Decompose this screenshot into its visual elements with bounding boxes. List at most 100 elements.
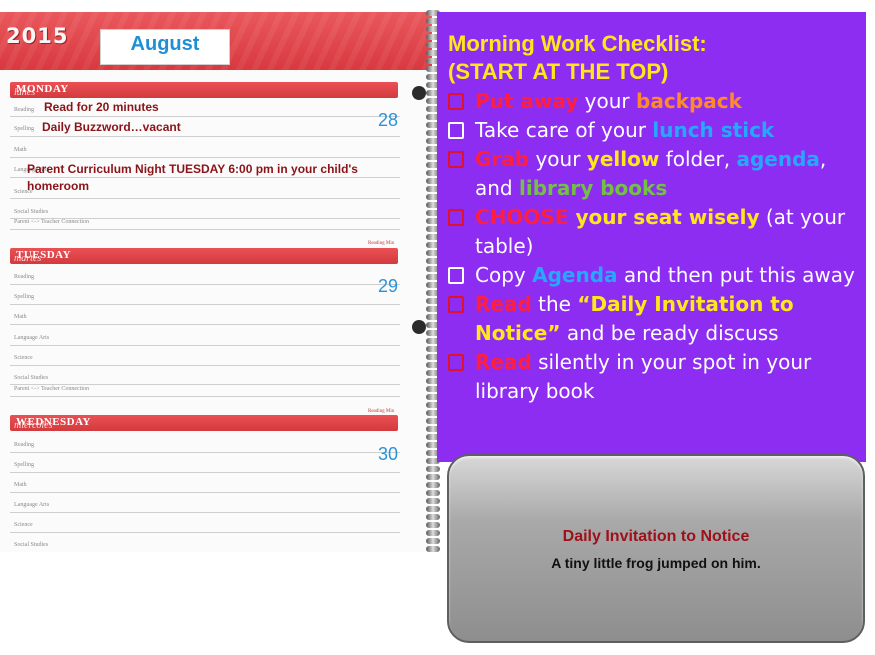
checkbox-icon (448, 209, 464, 226)
row-label: Parent <-> Teacher Connection (14, 386, 90, 392)
planner-line (10, 492, 400, 493)
day-bar-monday: MONDAY lunes (10, 82, 398, 98)
row-label: Reading (14, 107, 34, 113)
spiral-coil (426, 522, 440, 528)
row-label: Spelling (14, 126, 35, 132)
planner-line (10, 472, 400, 473)
planner-line (10, 396, 400, 397)
item-text: your (529, 147, 587, 171)
row-label: Parent <-> Teacher Connection (14, 219, 90, 225)
spiral-coil (426, 498, 440, 504)
checklist-item-read-silently: Read silently in your spot in your libra… (448, 348, 858, 406)
row-label: Math (14, 482, 27, 488)
checkbox-icon (448, 151, 464, 168)
checklist-panel: Morning Work Checklist: (START AT THE TO… (437, 12, 866, 462)
day-number-30: 30 (378, 444, 399, 464)
row-label: Language Arts (14, 502, 50, 508)
day-bar-tuesday: TUESDAY martes (10, 248, 398, 264)
planner-line (10, 304, 400, 305)
planner-page: 2015 August MONDAY lunes Reading Spelling… (0, 12, 432, 552)
checkbox-icon (448, 354, 464, 371)
row-label: Reading (14, 274, 34, 280)
item-text: your (578, 89, 636, 113)
spiral-coil (426, 490, 440, 496)
item-text: the (531, 292, 578, 316)
planner-header: 2015 August (0, 12, 432, 70)
spiral-coil (426, 466, 440, 472)
planner-line (10, 198, 400, 199)
row-label: Math (14, 314, 27, 320)
item-text: agenda (736, 147, 820, 171)
planner-line (10, 284, 400, 285)
day-name: TUESDAY (16, 249, 72, 261)
item-text: and then put this away (617, 263, 855, 287)
planner-line (10, 116, 400, 117)
checkbox-icon (448, 296, 464, 313)
checklist-item-grab-folder: Grab your yellow folder, agenda, and lib… (448, 145, 858, 203)
item-text: Take care of your (475, 118, 653, 142)
checklist-item-read-invitation: Read the “Daily Invitation to Notice” an… (448, 290, 858, 348)
day-bar-wednesday: WEDNESDAY miércoles (10, 415, 398, 431)
planner-line (10, 452, 400, 453)
row-label: Social Studies (14, 375, 49, 381)
checklist-item-backpack: Put away your backpack (448, 87, 858, 116)
reading-min-label: Reading Min (368, 409, 395, 414)
row-label: Science (14, 522, 33, 528)
binder-hole (412, 320, 426, 334)
spiral-coil (426, 474, 440, 480)
item-text: Grab (475, 147, 530, 171)
handwriting-reading: Read for 20 minutes (44, 100, 159, 114)
planner-year: 2015 (6, 24, 69, 48)
item-text: lunch stick (652, 118, 775, 142)
checkbox-icon (448, 267, 464, 284)
day-number-29: 29 (378, 276, 399, 296)
day-number-28: 28 (378, 110, 399, 130)
item-text: your seat wisely (568, 205, 760, 229)
spiral-coil (426, 514, 440, 520)
item-text: Agenda (532, 263, 618, 287)
spiral-coil (426, 506, 440, 512)
row-label: Language Arts (14, 335, 50, 341)
spiral-coil (426, 482, 440, 488)
checklist-item-copy-agenda: Copy Agenda and then put this away (448, 261, 858, 290)
planner-line (10, 229, 400, 230)
row-label: Social Studies (14, 542, 49, 548)
daily-invitation-box: Daily Invitation to Notice A tiny little… (447, 454, 865, 643)
planner-line (10, 365, 400, 366)
spiral-coil (426, 538, 440, 544)
row-label: Spelling (14, 462, 35, 468)
spiral-coil (426, 546, 440, 552)
month-label-box: August (100, 29, 230, 65)
item-text: and be ready discuss (560, 321, 779, 345)
item-text: Put away (475, 89, 579, 113)
day-name: WEDNESDAY (16, 416, 92, 428)
checklist-item-choose-seat: CHOOSE your seat wisely (at your table) (448, 203, 858, 261)
checklist-title-line2: (START AT THE TOP) (448, 59, 669, 84)
checklist-item-lunch-stick: Take care of your lunch stick (448, 116, 858, 145)
item-text: Read (475, 350, 532, 374)
item-text: library books (518, 176, 668, 200)
item-text: yellow (586, 147, 660, 171)
checklist-title: Morning Work Checklist: (START AT THE TO… (448, 30, 707, 86)
row-label: Math (14, 147, 27, 153)
item-text: backpack (636, 89, 742, 113)
planner-line (10, 136, 400, 137)
binder-hole (412, 86, 426, 100)
row-label: Science (14, 355, 33, 361)
item-text: Copy (475, 263, 533, 287)
planner-line (10, 512, 400, 513)
notice-title: Daily Invitation to Notice (562, 528, 750, 545)
reading-min-label: Reading Min (368, 241, 395, 246)
planner-line (10, 345, 400, 346)
handwriting-buzzword: Daily Buzzword…vacant (42, 120, 181, 134)
planner-line (10, 384, 400, 385)
checkbox-icon (448, 122, 464, 139)
row-label: Spelling (14, 294, 35, 300)
planner-line (10, 157, 400, 158)
day-name: MONDAY (16, 83, 69, 95)
item-text: Read (475, 292, 532, 316)
item-text: folder, (659, 147, 737, 171)
checklist-title-line1: Morning Work Checklist: (448, 31, 707, 56)
item-text: CHOOSE (475, 205, 569, 229)
planner-line (10, 324, 400, 325)
